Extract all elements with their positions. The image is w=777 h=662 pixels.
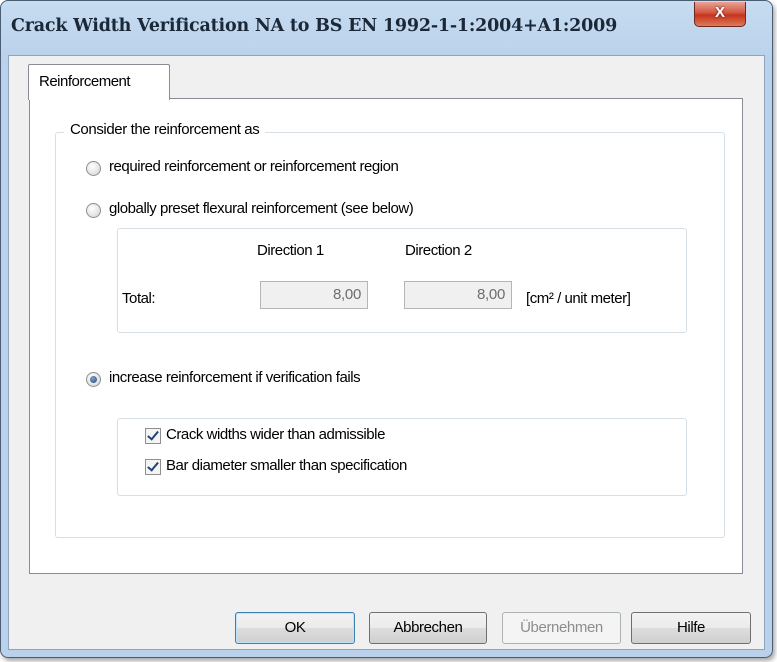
help-button[interactable]: Hilfe	[631, 612, 751, 644]
tab-label: Reinforcement	[39, 73, 131, 90]
close-icon: X	[714, 4, 725, 21]
ok-button[interactable]: OK	[235, 612, 355, 644]
checkbox-label-crack-widths[interactable]: Crack widths wider than admissible	[166, 426, 385, 443]
column-header-direction-2: Direction 2	[405, 242, 472, 259]
unit-label: [cm² / unit meter]	[526, 290, 631, 307]
direction-2-input[interactable]: 8,00	[404, 281, 512, 309]
radio-label-global-preset[interactable]: globally preset flexural reinforcement (…	[109, 200, 414, 217]
tab-reinforcement[interactable]: Reinforcement	[28, 64, 170, 100]
checkbox-bar-diameter[interactable]	[145, 459, 161, 475]
direction-1-input[interactable]: 8,00	[260, 281, 368, 309]
radio-global-preset[interactable]	[86, 203, 101, 218]
preset-reinforcement-panel	[117, 228, 687, 333]
radio-increase-reinforcement[interactable]	[86, 372, 101, 387]
radio-label-increase[interactable]: increase reinforcement if verification f…	[109, 369, 361, 386]
checkbox-crack-widths[interactable]	[145, 428, 161, 444]
radio-label-required[interactable]: required reinforcement or reinforcement …	[109, 158, 399, 175]
checkbox-label-bar-diameter[interactable]: Bar diameter smaller than specification	[166, 457, 407, 474]
group-legend: Consider the reinforcement as	[64, 121, 266, 138]
column-header-direction-1: Direction 1	[257, 242, 324, 259]
window-title: Crack Width Verification NA to BS EN 199…	[11, 16, 618, 36]
cancel-button[interactable]: Abbrechen	[369, 612, 487, 644]
apply-button[interactable]: Übernehmen	[502, 612, 621, 644]
close-button[interactable]: X	[694, 2, 746, 27]
radio-required-reinforcement[interactable]	[86, 161, 101, 176]
row-label-total: Total:	[122, 290, 156, 307]
